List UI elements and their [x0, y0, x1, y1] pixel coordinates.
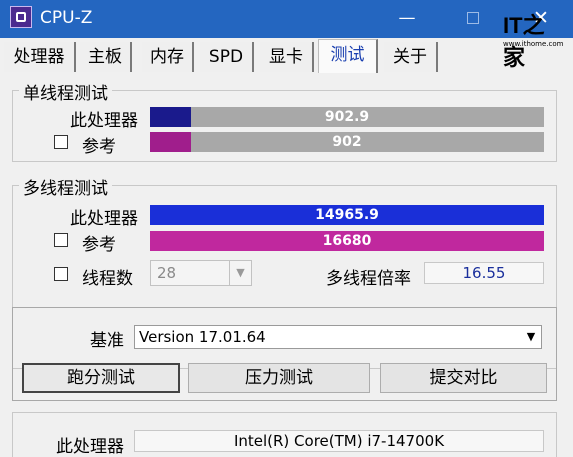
chevron-down-icon: ▼	[229, 261, 251, 285]
baseline-select[interactable]: Version 17.01.64 ▼	[134, 325, 542, 349]
ithome-url: www.ithome.com	[503, 40, 564, 48]
threads-value: 28	[157, 264, 177, 282]
baseline-label: 基准	[90, 331, 124, 351]
window-title: CPU-Z	[40, 8, 93, 28]
tab-graphics[interactable]: 显卡	[260, 42, 314, 72]
footer-processor-value: Intel(R) Core(TM) i7-14700K	[134, 430, 544, 452]
footer-processor-label: 此处理器	[56, 437, 124, 457]
submit-compare-button[interactable]: 提交对比	[380, 363, 547, 393]
multi-reference-label: 参考	[82, 235, 116, 255]
maximize-icon	[467, 12, 479, 24]
tab-memory[interactable]: 内存	[142, 42, 194, 72]
ithome-watermark: IT之家 www.ithome.com	[503, 8, 565, 70]
single-reference-score: 902	[332, 134, 362, 150]
tab-strip: 处理器 主板 内存 SPD 显卡 测试 关于	[0, 38, 573, 74]
multi-this-cpu-label: 此处理器	[70, 209, 138, 229]
single-reference-checkbox[interactable]	[54, 135, 68, 149]
single-thread-title: 单线程测试	[19, 79, 112, 104]
multi-thread-title: 多线程测试	[19, 174, 112, 199]
multi-reference-bar: 16680	[150, 231, 544, 251]
single-reference-bar: 902	[150, 132, 544, 152]
baseline-value: Version 17.01.64	[139, 328, 266, 346]
threads-select[interactable]: 28 ▼	[150, 260, 252, 286]
ratio-value: 16.55	[424, 262, 544, 284]
maximize-button[interactable]	[460, 6, 486, 30]
threads-label: 线程数	[82, 269, 133, 289]
tab-cpu[interactable]: 处理器	[4, 42, 76, 72]
stress-button[interactable]: 压力测试	[188, 363, 370, 393]
bench-button[interactable]: 跑分测试	[22, 363, 180, 393]
bench-panel: 单线程测试 此处理器 902.9 参考 902 多线程测试 此处理器 14965…	[0, 74, 573, 457]
cpu-z-app-icon	[10, 6, 32, 28]
multi-reference-checkbox[interactable]	[54, 233, 68, 247]
chevron-down-icon: ▼	[526, 330, 536, 343]
tab-about[interactable]: 关于	[384, 42, 438, 72]
single-reference-label: 参考	[82, 137, 116, 157]
threads-checkbox[interactable]	[54, 267, 68, 281]
multi-reference-score: 16680	[322, 233, 372, 249]
multi-this-cpu-bar: 14965.9	[150, 205, 544, 225]
tab-mainboard[interactable]: 主板	[80, 42, 132, 72]
ratio-label: 多线程倍率	[326, 269, 411, 289]
single-this-cpu-label: 此处理器	[70, 111, 138, 131]
single-this-cpu-score: 902.9	[324, 109, 370, 125]
tab-spd[interactable]: SPD	[200, 42, 254, 72]
title-bar: CPU-Z — ✕	[0, 0, 573, 38]
tab-bench[interactable]: 测试	[318, 39, 378, 73]
multi-this-cpu-score: 14965.9	[315, 207, 379, 223]
minimize-button[interactable]: —	[394, 6, 420, 30]
single-this-cpu-bar: 902.9	[150, 107, 544, 127]
